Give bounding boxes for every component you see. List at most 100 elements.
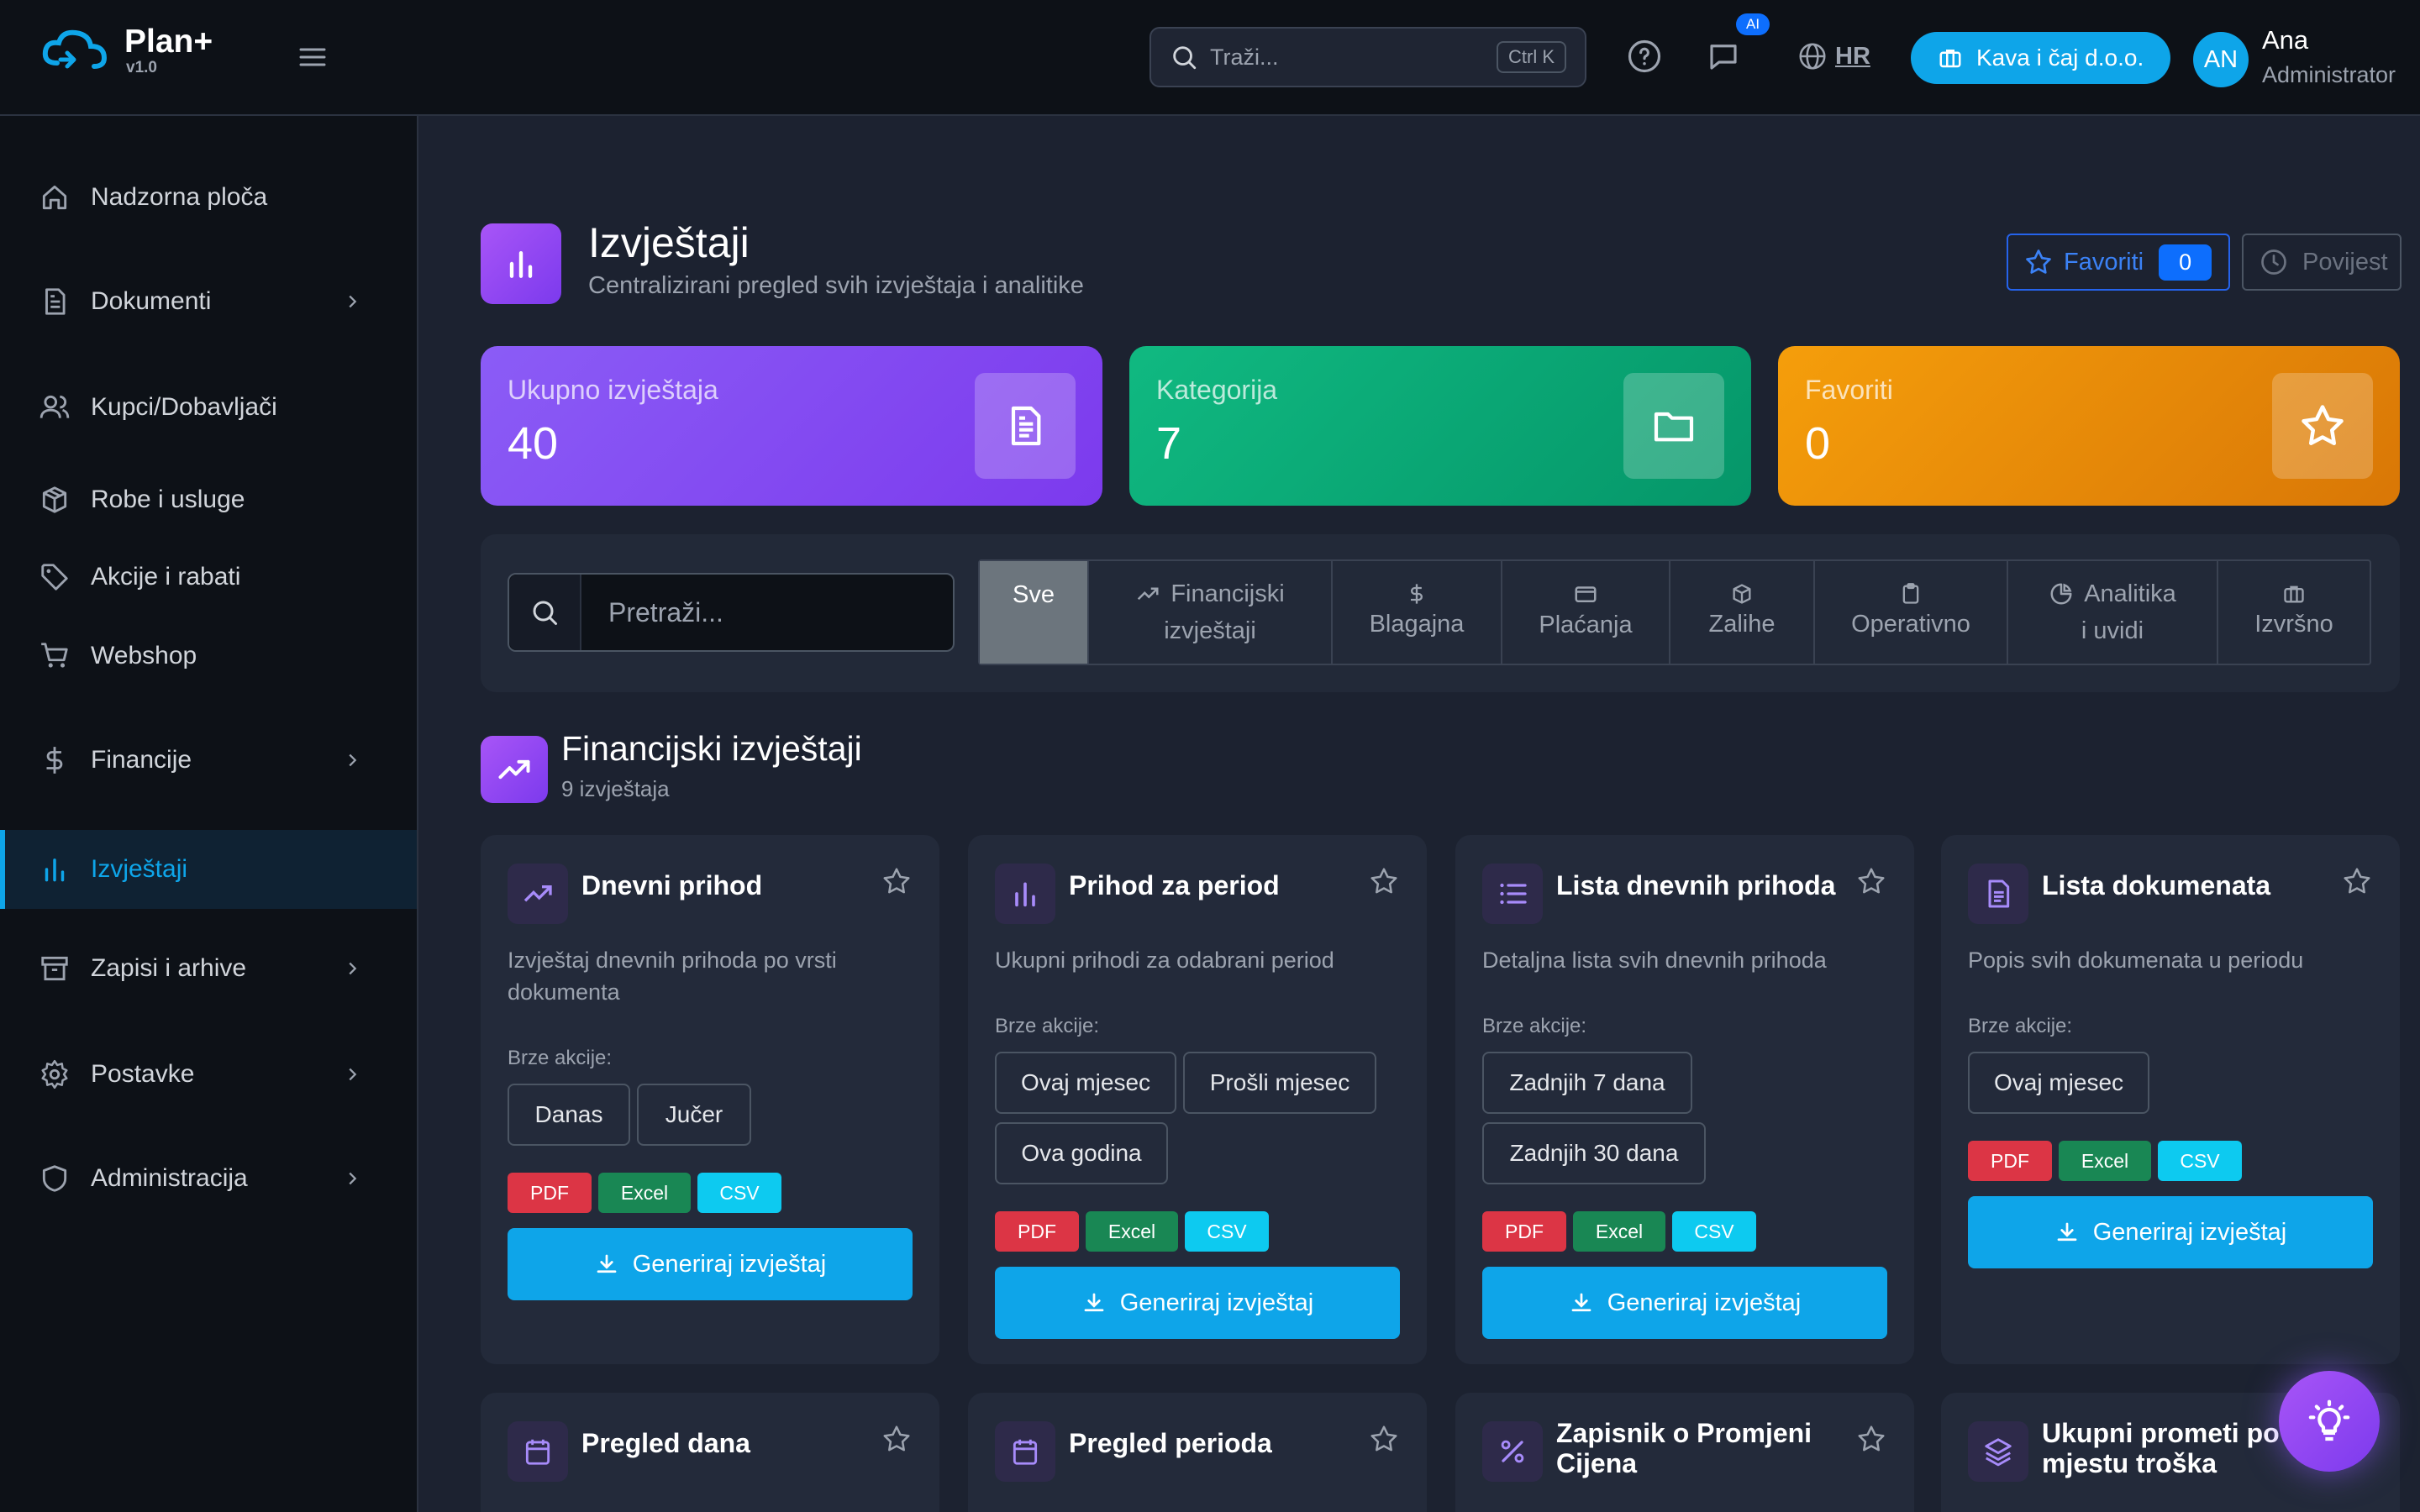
user-role: Administrator	[2262, 62, 2396, 87]
quick-action-button[interactable]: Ovaj mjesec	[1968, 1052, 2149, 1114]
tab-zalihe[interactable]: Zalihe	[1670, 561, 1815, 664]
favorite-star-icon[interactable]	[1368, 865, 1400, 897]
tab-operativno[interactable]: Operativno	[1815, 561, 2008, 664]
quick-action-button[interactable]: Jučer	[637, 1084, 751, 1146]
sidebar-item-financije[interactable]: Financije	[0, 721, 417, 800]
trending-up-icon	[508, 864, 568, 924]
company-name: Kava i čaj d.o.o.	[1976, 45, 2144, 71]
sidebar-item-label: Dokumenti	[91, 287, 212, 315]
chevron-right-icon	[343, 751, 361, 769]
report-search-input[interactable]: Pretraži...	[508, 573, 955, 652]
generate-report-button[interactable]: Generiraj izvještaj	[1968, 1196, 2373, 1268]
tab-label: Sve	[1013, 581, 1055, 608]
main-content: Izvještaji Centralizirani pregled svih i…	[420, 118, 2420, 1512]
favorites-button[interactable]: Favoriti 0	[2007, 234, 2230, 291]
stat-card-total: Ukupno izvještaja 40	[481, 346, 1102, 506]
sidebar-item-label: Financije	[91, 746, 192, 774]
favorite-star-icon[interactable]	[1368, 1423, 1400, 1455]
favorite-star-icon[interactable]	[881, 865, 913, 897]
stat-card-favorites: Favoriti 0	[1778, 346, 2400, 506]
tab-label: Analitika	[2084, 580, 2176, 607]
sidebar-item-akcije[interactable]: Akcije i rabati	[0, 538, 417, 617]
quick-action-button[interactable]: Ova godina	[995, 1122, 1168, 1184]
sidebar-item-webshop[interactable]: Webshop	[0, 617, 417, 696]
generate-label: Generiraj izvještaj	[1119, 1289, 1314, 1316]
tab-financijski[interactable]: Financijski izvještaji	[1089, 561, 1333, 664]
quick-action-button[interactable]: Prošli mjesec	[1183, 1052, 1376, 1114]
sidebar-item-kupci[interactable]: Kupci/Dobavljači	[0, 368, 417, 447]
generate-report-button[interactable]: Generiraj izvještaj	[508, 1228, 913, 1300]
users-icon	[39, 391, 71, 423]
card-title: Lista dnevnih prihoda	[1556, 870, 1836, 900]
excel-button[interactable]: Excel	[598, 1173, 691, 1213]
global-search[interactable]: Traži... Ctrl K	[1150, 27, 1586, 87]
language-switcher[interactable]: HR	[1797, 40, 1870, 72]
favorite-star-icon[interactable]	[2341, 865, 2373, 897]
sidebar-item-zapisi[interactable]: Zapisi i arhive	[0, 929, 417, 1008]
pdf-button[interactable]: PDF	[1968, 1141, 2052, 1181]
tab-izvrsno[interactable]: Izvršno	[2218, 561, 2370, 664]
pdf-button[interactable]: PDF	[995, 1211, 1079, 1252]
top-bar: Plan+ v1.0 Traži... Ctrl K AI HR Kava i …	[0, 0, 2420, 116]
csv-button[interactable]: CSV	[1672, 1211, 1756, 1252]
excel-button[interactable]: Excel	[1086, 1211, 1178, 1252]
excel-button[interactable]: Excel	[1573, 1211, 1665, 1252]
app-logo[interactable]: Plan+ v1.0	[40, 25, 213, 77]
csv-button[interactable]: CSV	[2158, 1141, 2242, 1181]
generate-report-button[interactable]: Generiraj izvještaj	[1482, 1267, 1887, 1339]
app-version: v1.0	[126, 59, 157, 76]
report-card-lista-dnevnih-prihoda: Lista dnevnih prihoda Detaljna lista svi…	[1455, 835, 1914, 1364]
history-button[interactable]: Povijest	[2242, 234, 2402, 291]
favorite-star-icon[interactable]	[881, 1423, 913, 1455]
download-icon	[2057, 1222, 2077, 1242]
card-description: Izvještaj dnevnih prihoda po vrsti dokum…	[508, 948, 837, 1005]
tab-blagajna[interactable]: Blagajna	[1333, 561, 1502, 664]
document-icon	[975, 373, 1076, 479]
sidebar-item-dashboard[interactable]: Nadzorna ploča	[0, 158, 417, 237]
avatar[interactable]: AN	[2193, 32, 2249, 87]
tab-placanja[interactable]: Plaćanja	[1502, 561, 1670, 664]
sidebar-item-postavke[interactable]: Postavke	[0, 1035, 417, 1114]
lightbulb-fab-button[interactable]	[2279, 1371, 2380, 1472]
user-name[interactable]: Ana	[2262, 25, 2308, 55]
card-description: Ukupni prihodi za odabrani period	[995, 948, 1334, 973]
chat-icon[interactable]	[1706, 39, 1741, 74]
favorite-star-icon[interactable]	[1855, 1423, 1887, 1455]
cloud-logo-icon	[40, 26, 109, 76]
search-placeholder: Traži...	[1210, 44, 1279, 70]
history-label: Povijest	[2302, 248, 2388, 276]
quick-action-button[interactable]: Danas	[508, 1084, 630, 1146]
report-card-prihod-za-period: Prihod za period Ukupni prihodi za odabr…	[968, 835, 1427, 1364]
tab-analitika[interactable]: Analitika i uvidi	[2008, 561, 2218, 664]
card-title: Lista dokumenata	[2042, 870, 2271, 900]
credit-card-icon	[1573, 581, 1598, 606]
sidebar-item-izvjestaji[interactable]: Izvještaji	[0, 830, 417, 909]
sidebar-item-label: Akcije i rabati	[91, 563, 241, 591]
tab-label: Zalihe	[1708, 611, 1776, 638]
favorite-star-icon[interactable]	[1855, 865, 1887, 897]
star-icon	[2272, 373, 2373, 479]
excel-button[interactable]: Excel	[2059, 1141, 2151, 1181]
card-title: Pregled dana	[581, 1428, 750, 1458]
quick-action-button[interactable]: Zadnjih 30 dana	[1482, 1122, 1706, 1184]
pdf-button[interactable]: PDF	[508, 1173, 592, 1213]
quick-action-button[interactable]: Ovaj mjesec	[995, 1052, 1176, 1114]
tab-sve[interactable]: Sve	[980, 561, 1089, 664]
section-count: 9 izvještaja	[561, 776, 670, 801]
quick-action-button[interactable]: Zadnjih 7 dana	[1482, 1052, 1692, 1114]
clipboard-icon	[1899, 582, 1923, 606]
section-title: Financijski izvještaji	[561, 729, 862, 768]
company-selector-button[interactable]: Kava i čaj d.o.o.	[1911, 32, 2171, 84]
sidebar-item-administracija[interactable]: Administracija	[0, 1139, 417, 1218]
csv-button[interactable]: CSV	[1185, 1211, 1269, 1252]
help-icon[interactable]	[1627, 39, 1662, 74]
tab-label: Izvršno	[2254, 611, 2333, 638]
generate-report-button[interactable]: Generiraj izvještaj	[995, 1267, 1400, 1339]
pdf-button[interactable]: PDF	[1482, 1211, 1566, 1252]
csv-button[interactable]: CSV	[697, 1173, 781, 1213]
sidebar-item-robe[interactable]: Robe i usluge	[0, 460, 417, 539]
menu-icon[interactable]	[296, 42, 329, 72]
sidebar-item-dokumenti[interactable]: Dokumenti	[0, 262, 417, 341]
report-card-lista-dokumenata: Lista dokumenata Popis svih dokumenata u…	[1941, 835, 2400, 1364]
chevron-right-icon	[343, 959, 361, 978]
